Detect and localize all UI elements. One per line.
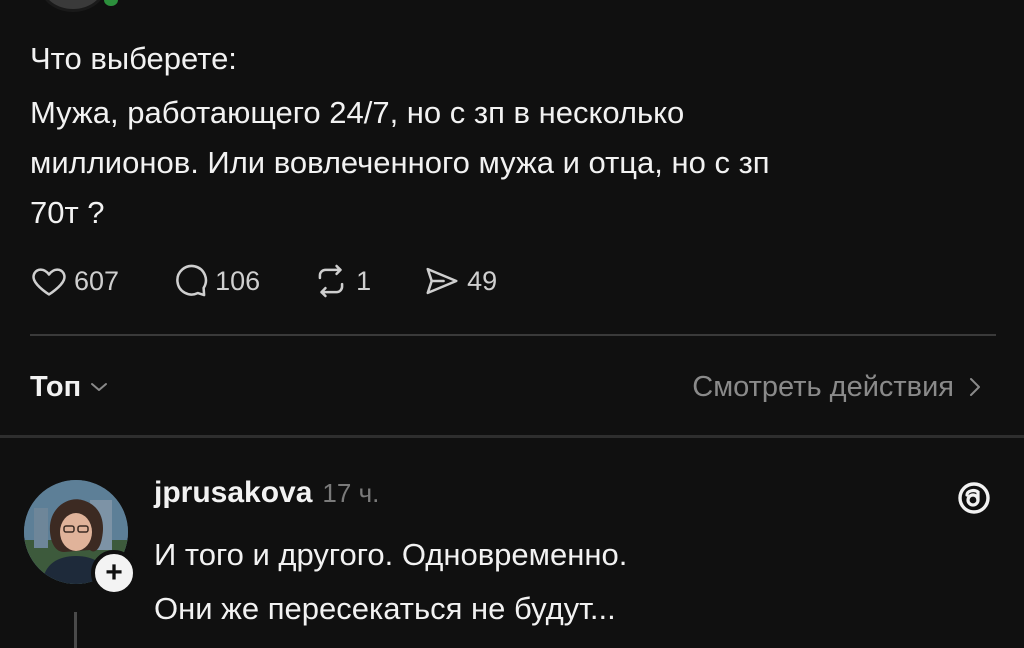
like-button[interactable]: 607	[30, 262, 119, 300]
like-count: 607	[74, 265, 120, 296]
post-actions: 607 106 1 49	[30, 258, 549, 304]
replies-toolbar: Топ Смотреть действия	[30, 362, 982, 412]
post-question: Что выберете:	[30, 41, 237, 76]
share-button[interactable]: 49	[423, 262, 497, 300]
comment-count: 106	[215, 265, 261, 296]
post-body: Что выберете: Мужа, работающего 24/7, но…	[30, 34, 970, 238]
chevron-right-icon	[970, 378, 980, 396]
reply-username[interactable]: jprusakova	[154, 476, 312, 510]
comment-button[interactable]: 106	[171, 262, 260, 300]
sort-dropdown[interactable]: Топ	[30, 371, 109, 404]
reply-timestamp: 17 ч.	[322, 478, 380, 508]
thread-line	[74, 612, 77, 648]
share-count: 49	[467, 265, 498, 296]
repost-count: 1	[356, 265, 372, 296]
reply-line-2: Они же пересекаться не будут...	[154, 591, 616, 626]
view-activity-link[interactable]: Смотреть действия	[692, 371, 982, 404]
view-activity-label: Смотреть действия	[692, 370, 954, 403]
divider	[30, 334, 996, 336]
post-line-3: 70т ?	[30, 195, 105, 230]
repost-icon	[318, 264, 344, 298]
post-line-1: Мужа, работающего 24/7, но с зп в нескол…	[30, 95, 685, 130]
speech-bubble-icon	[176, 264, 208, 297]
threads-logo-icon[interactable]	[952, 476, 996, 520]
author-avatar-partial[interactable]	[40, 0, 106, 12]
heart-icon	[32, 268, 66, 296]
reply-line-1: И того и другого. Одновременно.	[154, 537, 628, 572]
send-icon	[426, 267, 458, 295]
online-indicator	[104, 0, 118, 6]
reply-body: И того и другого. Одновременно. Они же п…	[154, 528, 974, 636]
chevron-down-icon	[91, 383, 108, 391]
repost-button[interactable]: 1	[312, 262, 371, 300]
follow-button[interactable]: +	[91, 550, 137, 596]
reply-header: jprusakova 17 ч.	[154, 476, 379, 510]
section-divider	[0, 435, 1024, 438]
post-line-2: миллионов. Или вовлеченного мужа и отца,…	[30, 145, 770, 180]
sort-label: Топ	[30, 370, 82, 403]
threads-post-page: Что выберете: Мужа, работающего 24/7, но…	[0, 0, 1024, 648]
